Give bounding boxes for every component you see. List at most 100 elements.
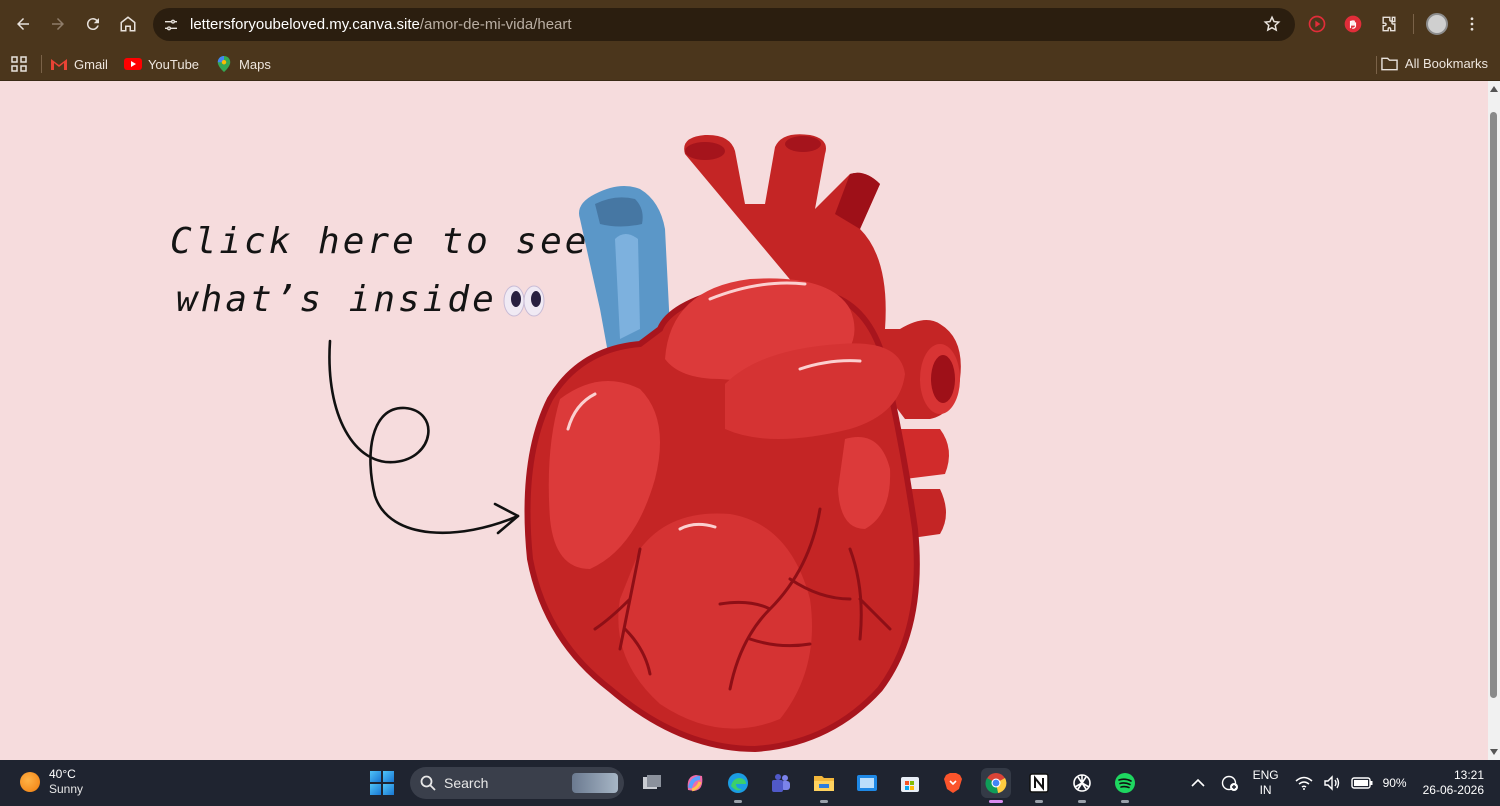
- language-indicator[interactable]: ENG IN: [1253, 768, 1279, 798]
- system-tray: ENG IN 90% 13:21 26-06-2026: [1190, 760, 1500, 806]
- headline-line-2: what’s inside: [176, 279, 545, 320]
- edge-browser-icon: [728, 773, 748, 793]
- teams-icon: [772, 774, 790, 792]
- weather-widget[interactable]: 40°C Sunny: [20, 767, 83, 797]
- bookmarks-divider: [41, 55, 42, 73]
- chrome-app[interactable]: [981, 768, 1011, 803]
- hand-extension-icon[interactable]: [1341, 12, 1365, 36]
- running-indicator: [989, 800, 1003, 803]
- windows-taskbar: 40°C Sunny Search ENG IN 90% 13:21 26-06…: [0, 760, 1500, 806]
- volume-icon: [1323, 775, 1339, 791]
- scroll-down-arrow[interactable]: [1490, 749, 1498, 755]
- extensions-area: [1305, 9, 1484, 39]
- running-indicator: [734, 800, 742, 803]
- battery-icon: [1350, 777, 1373, 789]
- scroll-up-arrow[interactable]: [1490, 86, 1498, 92]
- spotify-app[interactable]: [1110, 768, 1140, 803]
- folder-icon: [1381, 57, 1398, 70]
- all-bookmarks-label: All Bookmarks: [1404, 56, 1488, 71]
- wifi-icon: [1295, 776, 1313, 790]
- headline-line-2-text: what’s inside: [176, 279, 497, 320]
- toolbar-divider: [1413, 14, 1414, 34]
- forward-button[interactable]: [43, 9, 73, 39]
- store-app[interactable]: [895, 768, 925, 798]
- brave-browser-icon: [944, 773, 962, 793]
- scrollbar-thumb[interactable]: [1490, 112, 1497, 698]
- bookmark-label: YouTube: [147, 56, 200, 72]
- windows-start-icon[interactable]: [370, 771, 394, 795]
- search-icon: [420, 775, 436, 791]
- clock-time: 13:21: [1453, 768, 1484, 782]
- youtube-icon: [123, 58, 142, 70]
- weather-temp: 40°C: [49, 767, 76, 781]
- brave-app[interactable]: [938, 768, 968, 798]
- more-menu-icon[interactable]: [1460, 12, 1484, 36]
- puzzle-extensions-icon[interactable]: [1377, 12, 1401, 36]
- hand-drawn-arrow: [328, 339, 520, 535]
- teams-app[interactable]: [766, 768, 796, 798]
- running-indicator: [1121, 800, 1129, 803]
- edge-app[interactable]: [723, 768, 753, 803]
- bookmark-maps[interactable]: Maps: [215, 56, 271, 72]
- all-bookmarks-divider: [1376, 56, 1377, 74]
- address-bar[interactable]: lettersforyoubeloved.my.canva.site/amor-…: [153, 8, 1295, 41]
- sun-icon: [20, 772, 40, 792]
- page-content: Click here to see what’s inside: [0, 81, 1488, 760]
- chatgpt-app[interactable]: [1067, 768, 1097, 803]
- arrow-left-icon: [17, 18, 29, 30]
- copilot-icon: [687, 775, 703, 792]
- copilot-app[interactable]: [680, 768, 710, 798]
- record-extension-icon[interactable]: [1305, 12, 1329, 36]
- bookmark-gmail[interactable]: Gmail: [50, 56, 108, 72]
- url-path: /amor-de-mi-vida/heart: [419, 16, 572, 33]
- url-host: lettersforyoubeloved.my.canva.site: [190, 16, 420, 33]
- page-scrollbar[interactable]: [1488, 81, 1500, 760]
- url-text: lettersforyoubeloved.my.canva.site/amor-…: [190, 16, 572, 33]
- task-view-app[interactable]: [637, 768, 667, 798]
- running-indicator: [820, 800, 828, 803]
- remote-desktop-icon: [857, 775, 877, 791]
- language-code: ENG: [1252, 768, 1279, 782]
- task-view-icon: [643, 775, 661, 789]
- gmail-icon: [51, 59, 67, 70]
- arrow-right-icon: [52, 18, 64, 30]
- running-indicator: [1078, 800, 1086, 803]
- file-explorer-app[interactable]: [809, 768, 839, 803]
- notion-icon: [1029, 773, 1049, 793]
- chatgpt-icon: [1073, 774, 1091, 792]
- anatomical-heart-button[interactable]: [520, 129, 970, 754]
- browser-toolbar: lettersforyoubeloved.my.canva.site/amor-…: [0, 0, 1500, 48]
- bookmark-star-icon[interactable]: [1263, 15, 1281, 33]
- profile-avatar[interactable]: [1426, 13, 1448, 35]
- clock[interactable]: 13:21 26-06-2026: [1423, 768, 1484, 798]
- clock-date: 26-06-2026: [1422, 783, 1484, 797]
- folder-icon: [814, 776, 834, 791]
- spotify-icon: [1115, 773, 1135, 793]
- remote-app[interactable]: [852, 768, 882, 798]
- search-label: Search: [444, 775, 489, 791]
- weather-text: 40°C Sunny: [49, 767, 83, 797]
- notion-app[interactable]: [1024, 768, 1054, 803]
- chrome-browser-icon: [985, 773, 1007, 794]
- back-button[interactable]: [8, 9, 38, 39]
- home-icon: [120, 16, 136, 32]
- reload-button[interactable]: [78, 9, 108, 39]
- chevron-up-icon[interactable]: [1190, 778, 1205, 788]
- search-highlight-image: [572, 773, 618, 793]
- tray-status-icons[interactable]: 90%: [1295, 775, 1407, 791]
- network-settings-icon[interactable]: [1221, 774, 1239, 792]
- bookmark-label: Maps: [239, 56, 271, 72]
- site-info-icon[interactable]: [162, 16, 180, 34]
- bookmark-youtube[interactable]: YouTube: [123, 56, 200, 72]
- bookmarks-bar: Gmail YouTube Maps All Bookmarks: [0, 48, 1500, 81]
- running-indicator: [1035, 800, 1043, 803]
- weather-condition: Sunny: [49, 782, 84, 796]
- all-bookmarks-button[interactable]: All Bookmarks: [1381, 56, 1488, 71]
- apps-grid-icon[interactable]: [11, 56, 27, 72]
- taskbar-apps: Search: [366, 766, 1140, 803]
- home-button[interactable]: [113, 9, 143, 39]
- reload-icon: [86, 18, 99, 31]
- battery-percent: 90%: [1382, 776, 1407, 790]
- maps-icon: [217, 56, 231, 72]
- taskbar-search[interactable]: Search: [410, 767, 624, 799]
